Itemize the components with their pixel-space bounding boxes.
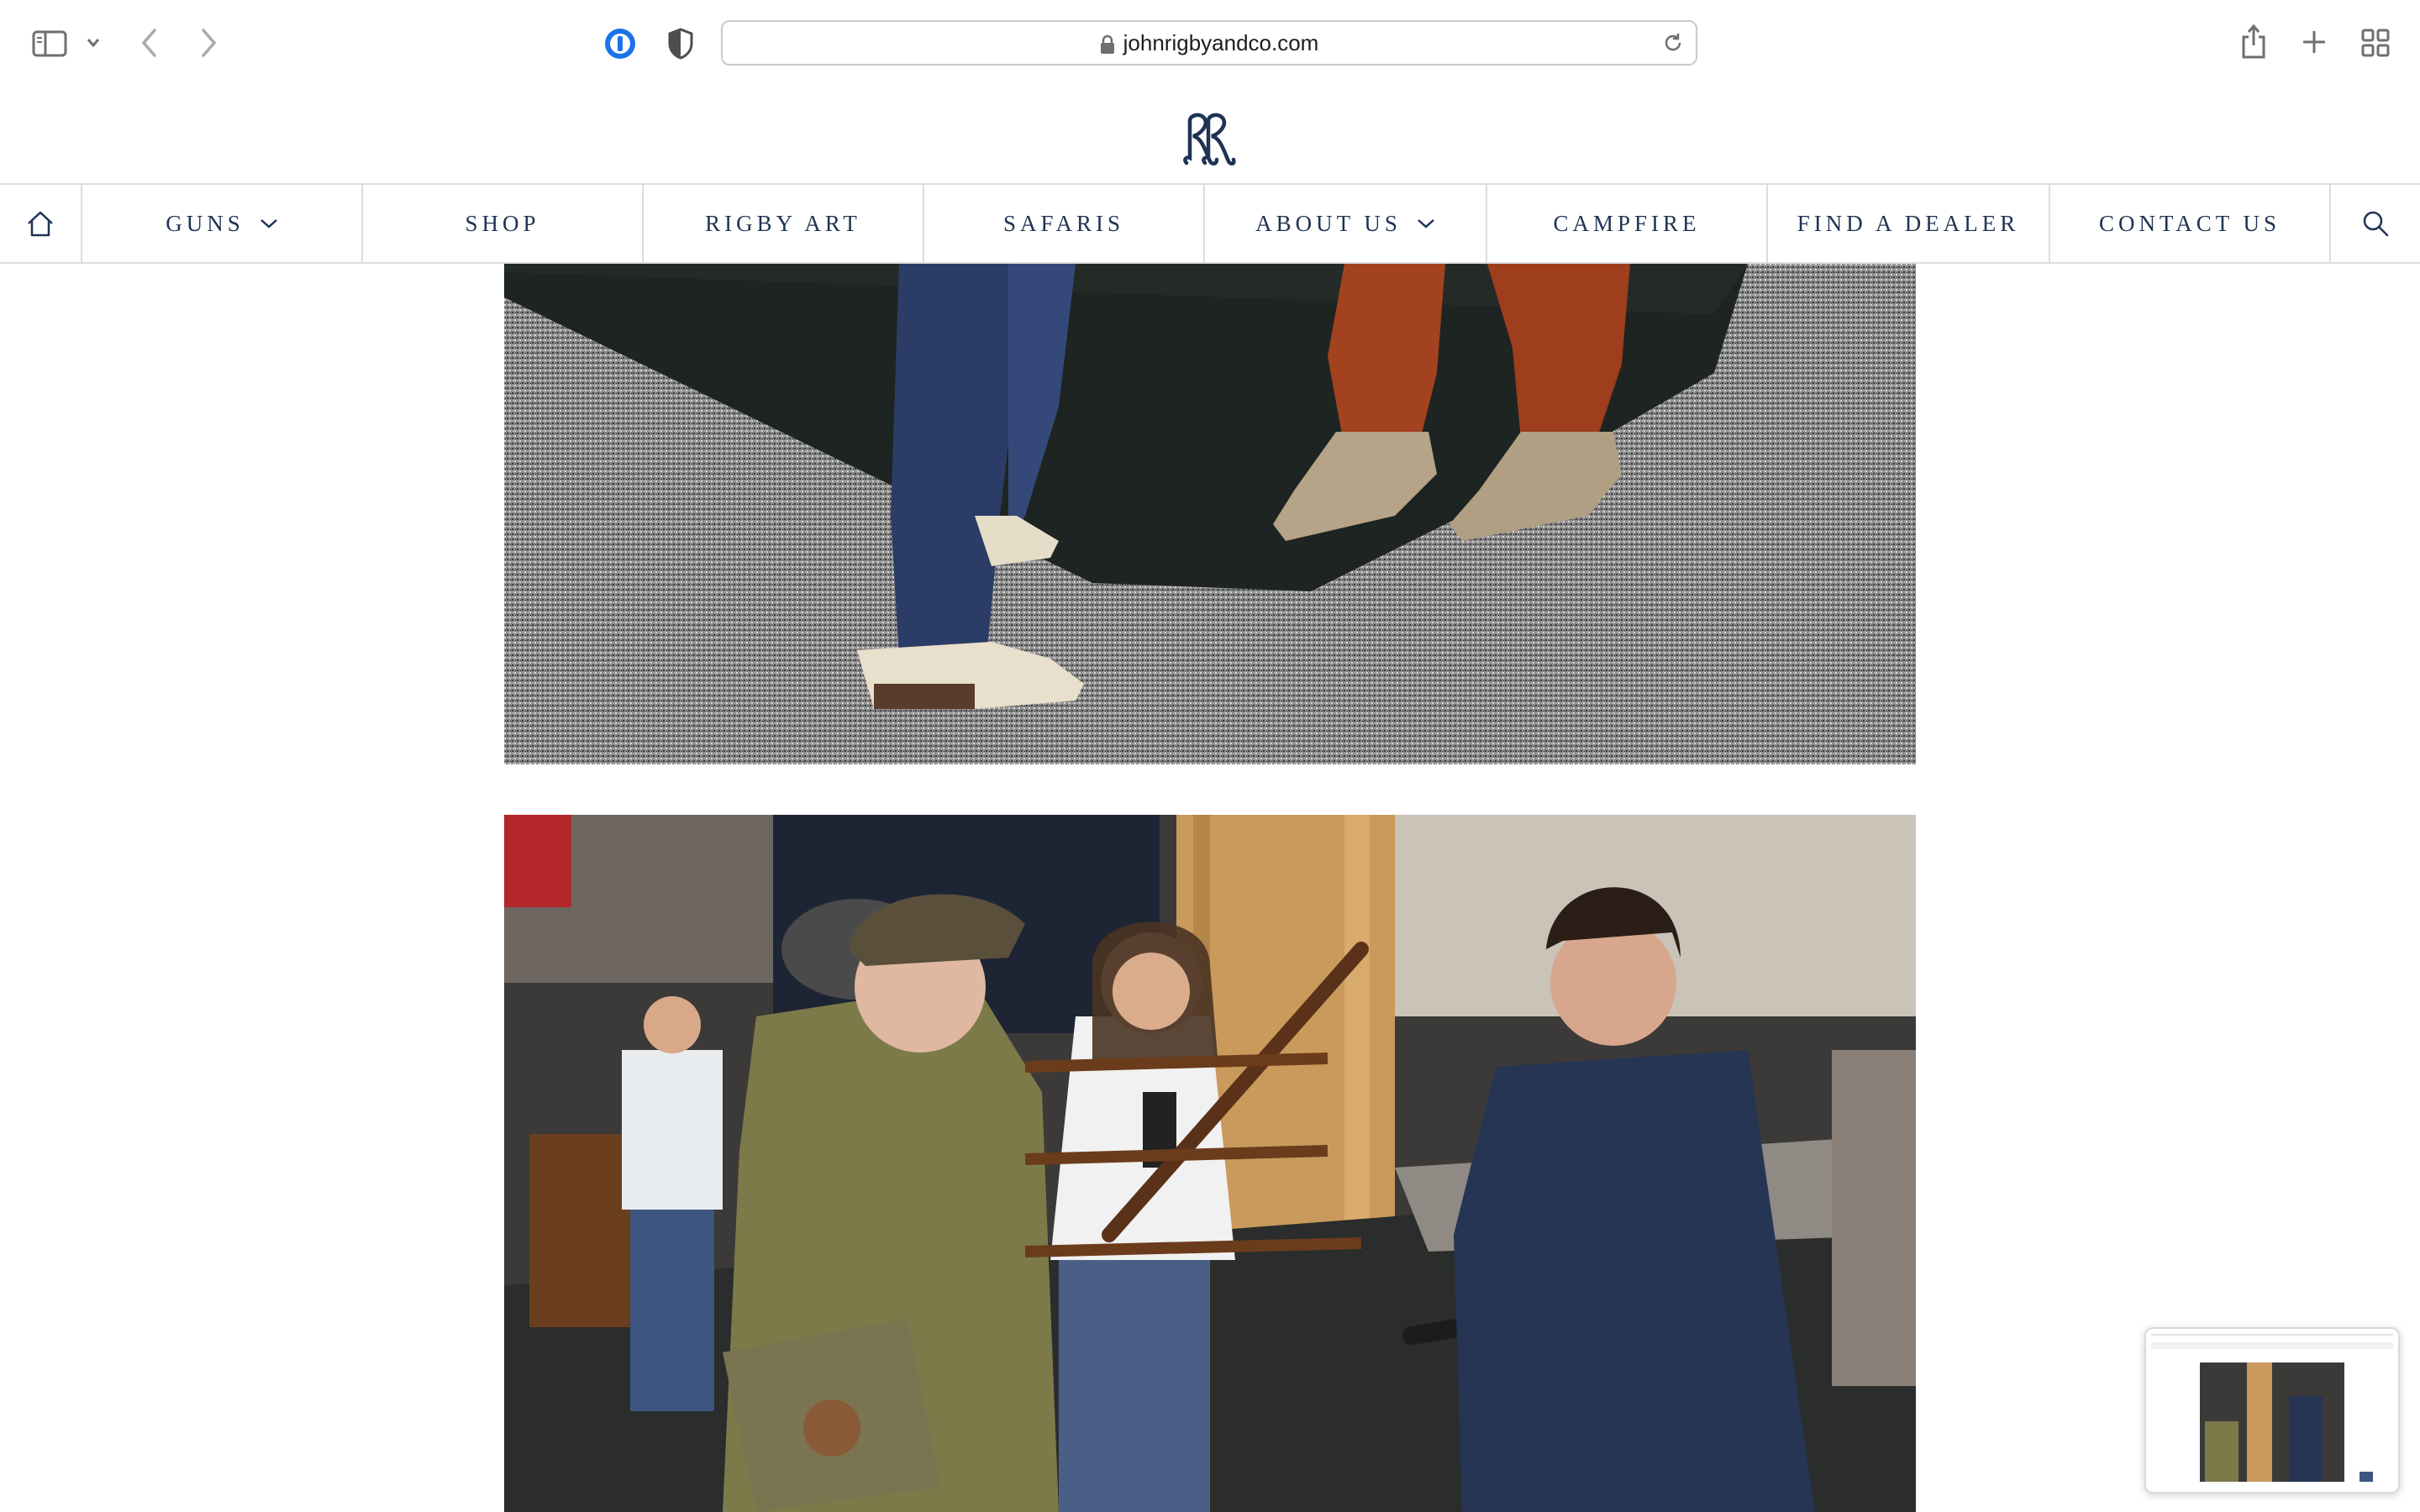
sidebar-icon[interactable] [32, 30, 69, 57]
boots-on-carpet-photo [504, 264, 1916, 764]
chevron-down-icon[interactable] [86, 37, 101, 49]
password-manager-icon[interactable] [603, 27, 637, 60]
nav-item-label: GUNS [166, 210, 245, 236]
privacy-shield-icon[interactable] [667, 27, 694, 60]
nav-item-about-us[interactable]: ABOUT US [1205, 185, 1487, 262]
tab-overview-icon[interactable] [2361, 29, 2390, 57]
reload-icon[interactable] [1662, 32, 1684, 54]
browser-toolbar: johnrigbyandco.com [0, 0, 2420, 87]
home-icon [28, 211, 53, 237]
share-icon[interactable] [2240, 24, 2267, 60]
nav-item-label: ABOUT US [1255, 210, 1402, 236]
nav-item-label: CAMPFIRE [1553, 210, 1701, 236]
nav-item-rigby-art[interactable]: RIGBY ART [644, 185, 924, 262]
url-text: johnrigbyandco.com [1123, 30, 1319, 55]
nav-item-campfire[interactable]: CAMPFIRE [1487, 185, 1768, 262]
nav-item-label: SHOP [465, 210, 540, 236]
nav-item-safaris[interactable]: SAFARIS [924, 185, 1205, 262]
nav-item-shop[interactable]: SHOP [363, 185, 644, 262]
search-icon [2363, 211, 2389, 237]
nav-item-find-a-dealer[interactable]: FIND A DEALER [1768, 185, 2050, 262]
search-button[interactable] [2331, 185, 2420, 262]
gun-show-booth-photo [504, 815, 1916, 1512]
forward-arrow-icon[interactable] [198, 27, 218, 59]
back-arrow-icon[interactable] [139, 27, 160, 59]
main-navigation: GUNS SHOP RIGBY ART SAFARIS ABOUT US CAM… [0, 183, 2420, 264]
chevron-down-icon [1418, 219, 1434, 228]
nav-item-contact-us[interactable]: CONTACT US [2050, 185, 2331, 262]
chevron-down-icon [260, 219, 277, 228]
nav-item-label: FIND A DEALER [1797, 210, 2020, 236]
nav-item-guns[interactable]: GUNS [82, 185, 363, 262]
page-preview-thumbnail[interactable] [2144, 1327, 2400, 1494]
nav-item-label: SAFARIS [1002, 210, 1125, 236]
lock-icon [1100, 34, 1114, 55]
plus-icon[interactable] [2301, 29, 2328, 55]
nav-item-label: CONTACT US [2098, 210, 2281, 236]
address-bar[interactable]: johnrigbyandco.com [721, 20, 1697, 66]
home-button[interactable] [0, 185, 82, 262]
nav-item-label: RIGBY ART [705, 210, 861, 236]
rigby-monogram-logo[interactable] [1180, 109, 1237, 168]
